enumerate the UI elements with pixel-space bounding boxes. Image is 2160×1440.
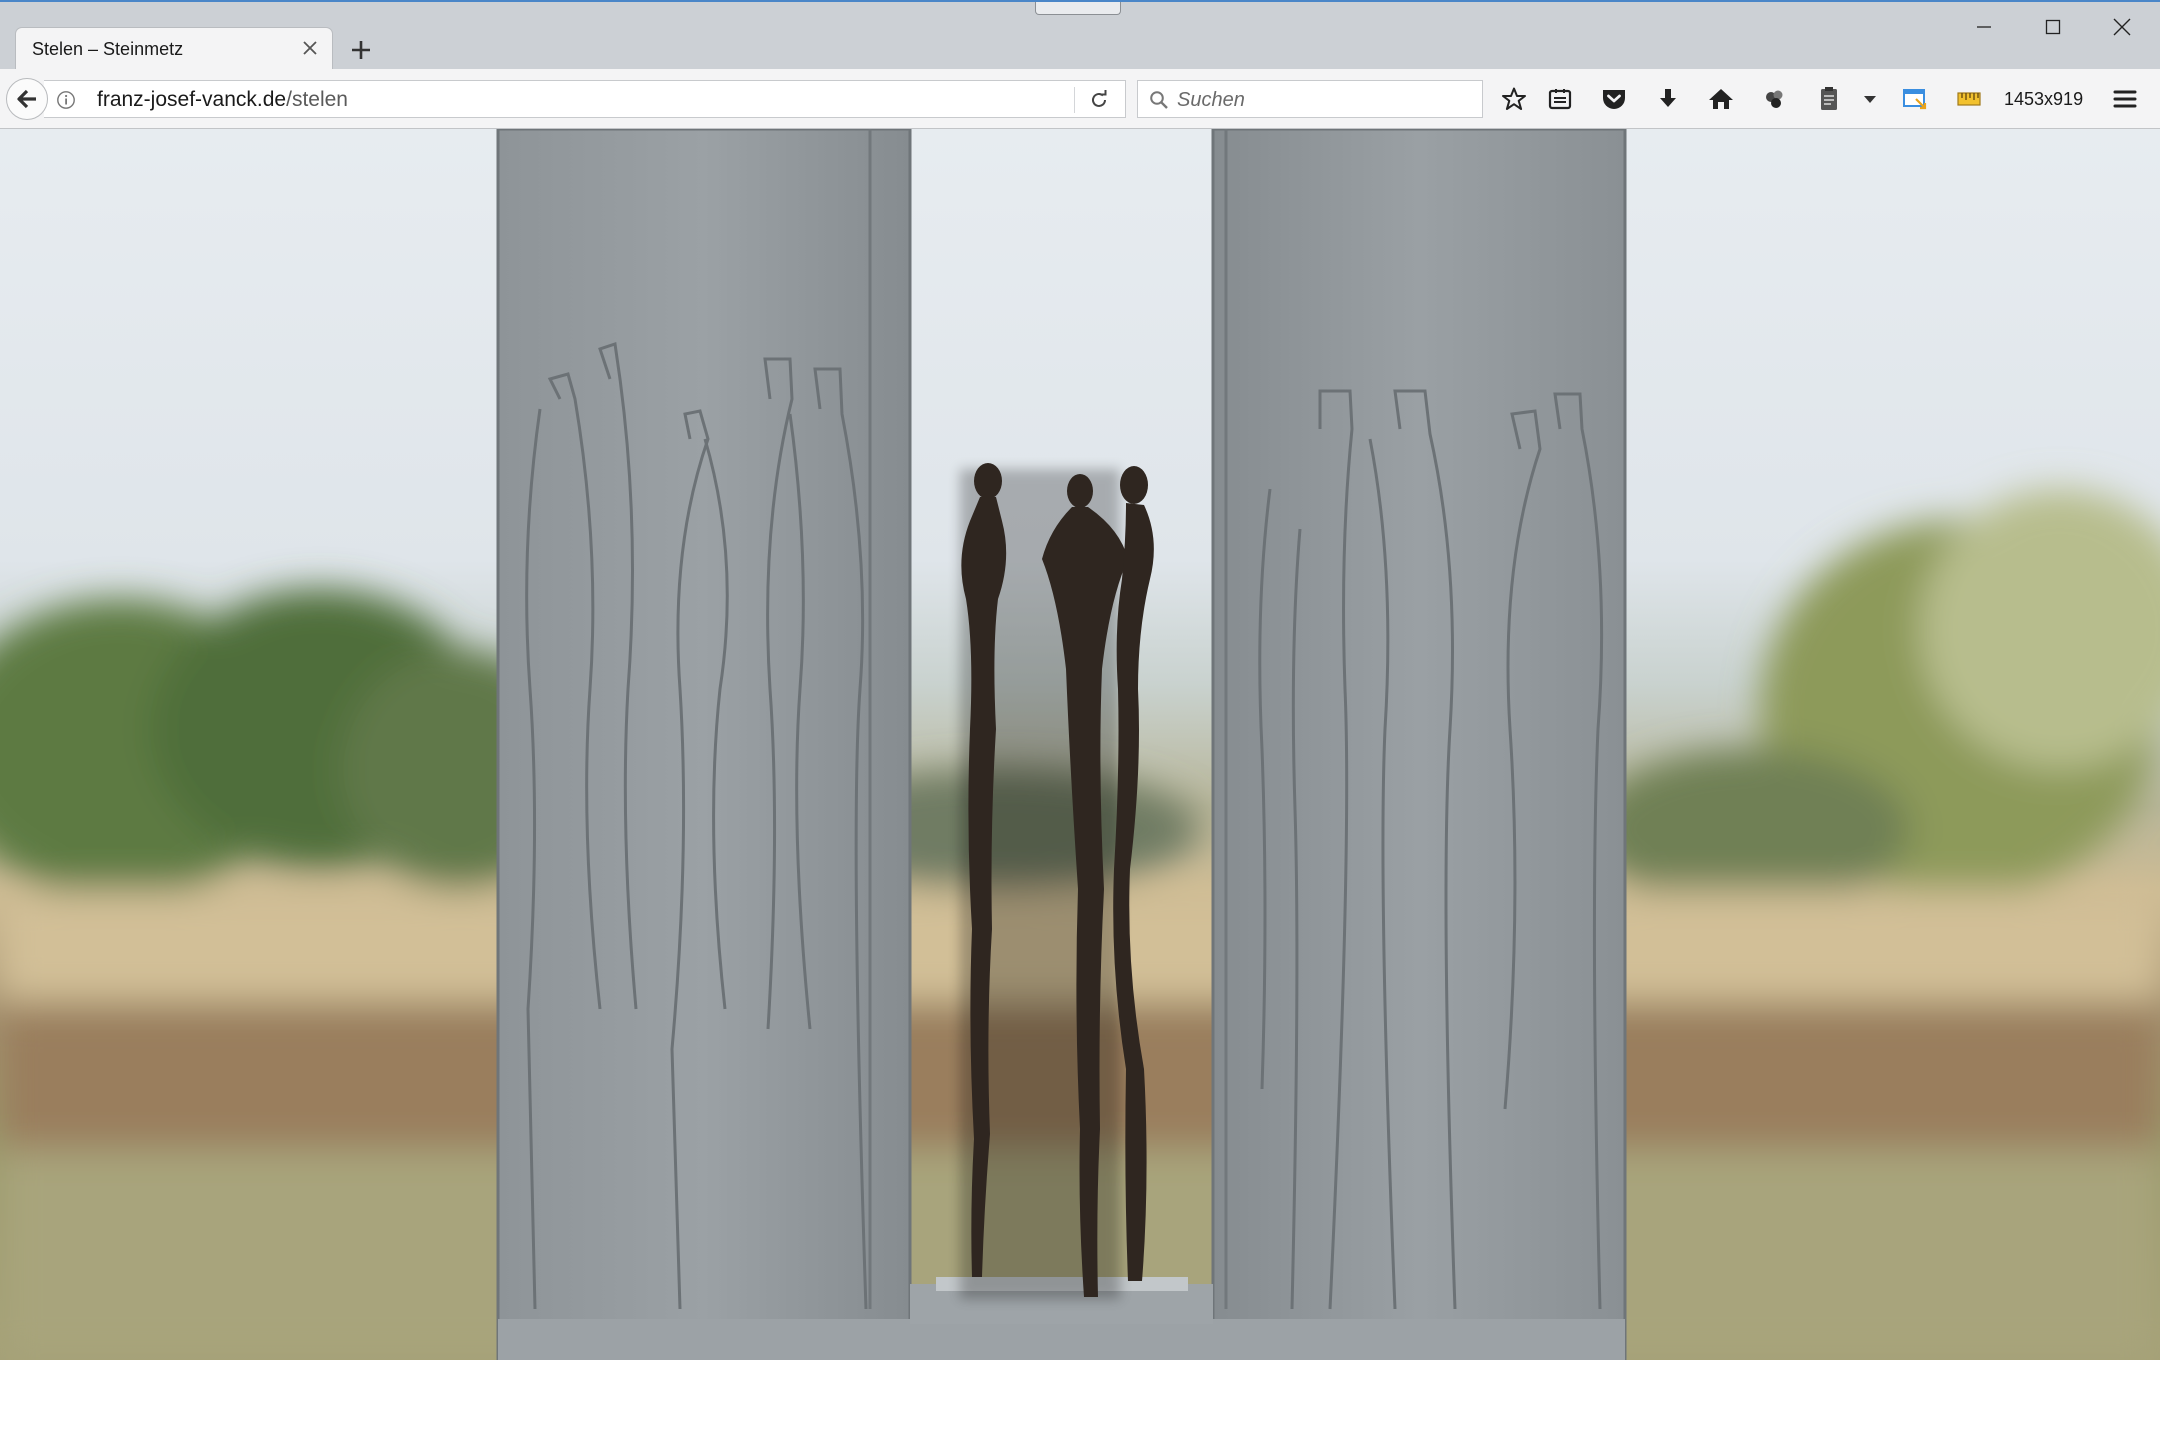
window-resize-icon[interactable] [1897,81,1933,117]
title-bar: Stelen – Steinmetz [0,0,2160,71]
navigation-bar: franz-josef-vanck.de/stelen Suchen 1453x… [0,69,2160,129]
dropdown-arrow-icon[interactable] [1852,81,1888,117]
hamburger-menu-icon[interactable] [2107,81,2143,117]
search-bar[interactable] [1137,80,1483,118]
reading-list-icon[interactable] [1542,81,1578,117]
tab-title: Stelen – Steinmetz [32,39,184,59]
search-icon [1148,89,1170,111]
resolution-label: 1453x919 [2004,89,2084,109]
bookmark-star-icon[interactable] [1496,81,1532,117]
search-input[interactable] [1175,84,1469,116]
url-text[interactable]: franz-josef-vanck.de/stelen [97,88,348,112]
download-icon[interactable] [1650,81,1686,117]
tab-stelen[interactable]: Stelen – Steinmetz [16,28,332,71]
maximize-icon[interactable] [2018,4,2087,49]
drag-handle[interactable] [1035,2,1121,15]
window-close-icon[interactable] [2087,4,2156,49]
ruler-icon[interactable] [1951,81,1987,117]
minimize-icon[interactable] [1949,4,2018,49]
clipboard-icon[interactable] [1811,81,1847,117]
url-divider [1074,87,1075,113]
home-icon[interactable] [1703,81,1739,117]
url-bar[interactable]: franz-josef-vanck.de/stelen [44,80,1126,118]
url-host: franz-josef-vanck.de [97,88,287,111]
info-icon[interactable] [56,90,76,110]
reload-icon[interactable] [1084,85,1114,115]
pocket-icon[interactable] [1596,81,1632,117]
hero-photo-stelen-sculpture [0,129,2160,1360]
extension-icon[interactable] [1757,81,1793,117]
new-tab-plus-icon[interactable] [346,35,376,65]
back-arrow-icon [17,89,36,109]
back-button[interactable] [6,78,48,120]
url-path: stelen [291,88,348,111]
tab-close-icon[interactable] [298,36,322,60]
